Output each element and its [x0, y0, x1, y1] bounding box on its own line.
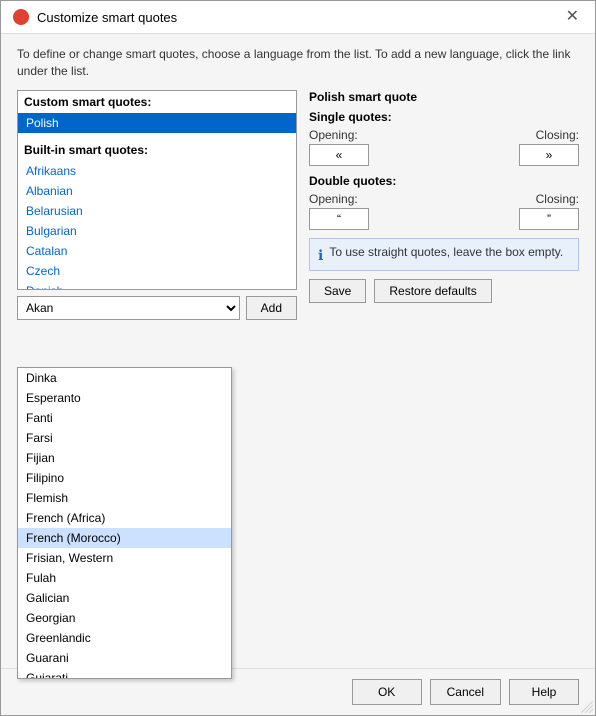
double-opening-field: Opening:: [309, 192, 369, 230]
dd-item[interactable]: Frisian, Western: [18, 548, 231, 568]
single-opening-input[interactable]: [309, 144, 369, 166]
single-quotes-label: Single quotes:: [309, 110, 579, 124]
info-box: ℹ To use straight quotes, leave the box …: [309, 238, 579, 271]
close-button[interactable]: ✕: [562, 9, 583, 25]
language-dropdown[interactable]: Akan: [17, 296, 240, 320]
dropdown-list-inner[interactable]: Dinka Esperanto Fanti Farsi Fijian Filip…: [18, 368, 231, 678]
dd-item[interactable]: Fanti: [18, 408, 231, 428]
dd-item[interactable]: Filipino: [18, 468, 231, 488]
double-quotes-section: Double quotes: Opening: Closing:: [309, 174, 579, 230]
double-closing-input[interactable]: [519, 208, 579, 230]
dd-item[interactable]: Fulah: [18, 568, 231, 588]
double-closing-label: Closing:: [519, 192, 579, 206]
double-opening-label: Opening:: [309, 192, 369, 206]
builtin-quotes-header: Built-in smart quotes:: [18, 139, 296, 161]
restore-defaults-button[interactable]: Restore defaults: [374, 279, 491, 303]
language-list[interactable]: Custom smart quotes: Polish Built-in sma…: [17, 90, 297, 290]
dd-item[interactable]: Esperanto: [18, 388, 231, 408]
save-button[interactable]: Save: [309, 279, 366, 303]
custom-quotes-header: Custom smart quotes:: [18, 91, 296, 113]
dd-item-selected[interactable]: French (Morocco): [18, 528, 231, 548]
list-item[interactable]: Albanian: [18, 181, 296, 201]
double-closing-field: Closing:: [519, 192, 579, 230]
single-closing-input[interactable]: [519, 144, 579, 166]
add-button[interactable]: Add: [246, 296, 297, 320]
dd-item[interactable]: Galician: [18, 588, 231, 608]
dd-item[interactable]: Greenlandic: [18, 628, 231, 648]
action-row: Save Restore defaults: [309, 279, 579, 303]
right-panel-title: Polish smart quote: [309, 90, 579, 104]
cancel-button[interactable]: Cancel: [430, 679, 501, 705]
single-closing-field: Closing:: [519, 128, 579, 166]
list-item[interactable]: Polish: [18, 113, 296, 133]
info-text: To use straight quotes, leave the box em…: [329, 245, 563, 261]
help-button[interactable]: Help: [509, 679, 579, 705]
single-opening-label: Opening:: [309, 128, 369, 142]
dd-item[interactable]: Gujarati: [18, 668, 231, 678]
list-item[interactable]: Belarusian: [18, 201, 296, 221]
list-item[interactable]: Bulgarian: [18, 221, 296, 241]
dd-item[interactable]: Farsi: [18, 428, 231, 448]
list-item[interactable]: Catalan: [18, 241, 296, 261]
app-icon: [13, 9, 29, 25]
dd-item[interactable]: Dinka: [18, 368, 231, 388]
dialog-title: Customize smart quotes: [37, 10, 177, 25]
description-text: To define or change smart quotes, choose…: [17, 46, 579, 80]
list-item[interactable]: Danish: [18, 281, 296, 290]
titlebar: Customize smart quotes ✕: [1, 1, 595, 34]
resize-handle[interactable]: [581, 701, 593, 713]
single-quotes-section: Single quotes: Opening: Closing:: [309, 110, 579, 166]
dd-item[interactable]: Georgian: [18, 608, 231, 628]
ok-button[interactable]: OK: [352, 679, 422, 705]
double-quotes-label: Double quotes:: [309, 174, 579, 188]
single-closing-label: Closing:: [519, 128, 579, 142]
dd-item[interactable]: French (Africa): [18, 508, 231, 528]
dd-item[interactable]: Fijian: [18, 448, 231, 468]
dropdown-open-list: Dinka Esperanto Fanti Farsi Fijian Filip…: [17, 367, 232, 679]
single-opening-field: Opening:: [309, 128, 369, 166]
list-item[interactable]: Czech: [18, 261, 296, 281]
list-item[interactable]: Afrikaans: [18, 161, 296, 181]
dd-item[interactable]: Flemish: [18, 488, 231, 508]
left-panel: Custom smart quotes: Polish Built-in sma…: [17, 90, 297, 320]
double-opening-input[interactable]: [309, 208, 369, 230]
dd-item[interactable]: Guarani: [18, 648, 231, 668]
right-panel: Polish smart quote Single quotes: Openin…: [309, 90, 579, 320]
info-icon: ℹ: [318, 246, 323, 264]
